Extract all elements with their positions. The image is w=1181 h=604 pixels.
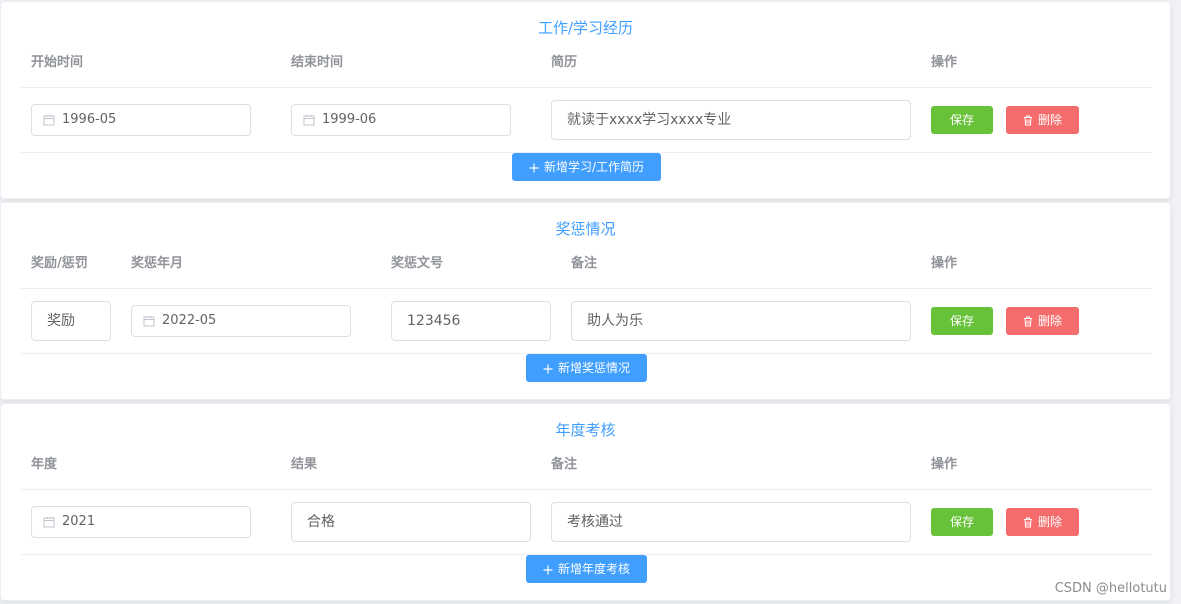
annual-review-card: 年度考核 年度 结果 备注 操作 2021 合格 考核通过 保存 删除 新增年度… [0, 403, 1171, 601]
annual-remark-value: 考核通过 [567, 514, 623, 530]
header-award-type: 奖励/惩罚 [31, 256, 88, 271]
award-remark-value: 助人为乐 [587, 313, 643, 329]
delete-button[interactable]: 删除 [1006, 508, 1079, 536]
add-work-history-button[interactable]: 新增学习/工作简历 [512, 153, 661, 181]
annual-remark-input[interactable]: 考核通过 [551, 502, 911, 542]
result-value: 合格 [307, 514, 335, 530]
plus-icon [529, 163, 539, 173]
watermark: CSDN @hellotutu [1054, 581, 1167, 596]
add-award-label: 新增奖惩情况 [557, 361, 630, 375]
doc-number-value: 123456 [407, 313, 461, 329]
calendar-icon [303, 115, 315, 126]
delete-label: 删除 [1037, 515, 1062, 529]
calendar-icon [43, 115, 55, 126]
trash-icon [1023, 115, 1032, 126]
start-date-picker[interactable]: 1996-05 [31, 104, 251, 136]
header-year: 年度 [31, 457, 58, 472]
delete-button[interactable]: 删除 [1006, 307, 1079, 335]
calendar-icon [143, 316, 155, 327]
award-date-value: 2022-05 [162, 313, 217, 328]
header-award-date: 奖惩年月 [131, 256, 184, 271]
save-button[interactable]: 保存 [931, 508, 993, 536]
doc-number-input[interactable]: 123456 [391, 301, 551, 341]
trash-icon [1023, 316, 1032, 327]
result-input[interactable]: 合格 [291, 502, 531, 542]
end-date-value: 1999-06 [322, 112, 377, 127]
plus-icon [543, 364, 553, 374]
header-action: 操作 [931, 457, 958, 472]
divider [21, 489, 1152, 490]
award-type-value: 奖励 [47, 313, 75, 329]
header-resume: 简历 [551, 55, 578, 70]
year-picker[interactable]: 2021 [31, 506, 251, 538]
plus-icon [543, 565, 553, 575]
year-value: 2021 [62, 514, 96, 529]
work-history-card: 工作/学习经历 开始时间 结束时间 简历 操作 1996-05 1999-06 … [0, 1, 1171, 199]
calendar-icon [43, 517, 55, 528]
award-remark-input[interactable]: 助人为乐 [571, 301, 911, 341]
add-work-history-label: 新增学习/工作简历 [543, 160, 645, 174]
work-history-title: 工作/学习经历 [537, 19, 634, 37]
add-award-button[interactable]: 新增奖惩情况 [526, 354, 647, 382]
save-button[interactable]: 保存 [931, 307, 993, 335]
end-date-picker[interactable]: 1999-06 [291, 104, 511, 136]
header-remark: 备注 [551, 457, 578, 472]
header-end-time: 结束时间 [291, 55, 344, 70]
trash-icon [1023, 517, 1032, 528]
header-doc-number: 奖惩文号 [391, 256, 444, 271]
annual-review-title: 年度考核 [555, 421, 616, 439]
delete-button[interactable]: 删除 [1006, 106, 1079, 134]
start-date-value: 1996-05 [62, 112, 117, 127]
resume-input[interactable]: 就读于xxxx学习xxxx专业 [551, 100, 911, 140]
resume-value: 就读于xxxx学习xxxx专业 [567, 112, 732, 128]
add-annual-review-button[interactable]: 新增年度考核 [526, 555, 647, 583]
header-result: 结果 [291, 457, 318, 472]
divider [21, 87, 1152, 88]
awards-title: 奖惩情况 [555, 220, 616, 238]
award-type-select[interactable]: 奖励 [31, 301, 111, 341]
awards-card: 奖惩情况 奖励/惩罚 奖惩年月 奖惩文号 备注 操作 奖励 2022-05 12… [0, 202, 1171, 400]
add-annual-review-label: 新增年度考核 [557, 562, 630, 576]
delete-label: 删除 [1037, 314, 1062, 328]
save-button[interactable]: 保存 [931, 106, 993, 134]
header-start-time: 开始时间 [31, 55, 84, 70]
header-action: 操作 [931, 256, 958, 271]
header-remark: 备注 [571, 256, 598, 271]
award-date-picker[interactable]: 2022-05 [131, 305, 351, 337]
header-action: 操作 [931, 55, 958, 70]
divider [21, 288, 1152, 289]
delete-label: 删除 [1037, 113, 1062, 127]
